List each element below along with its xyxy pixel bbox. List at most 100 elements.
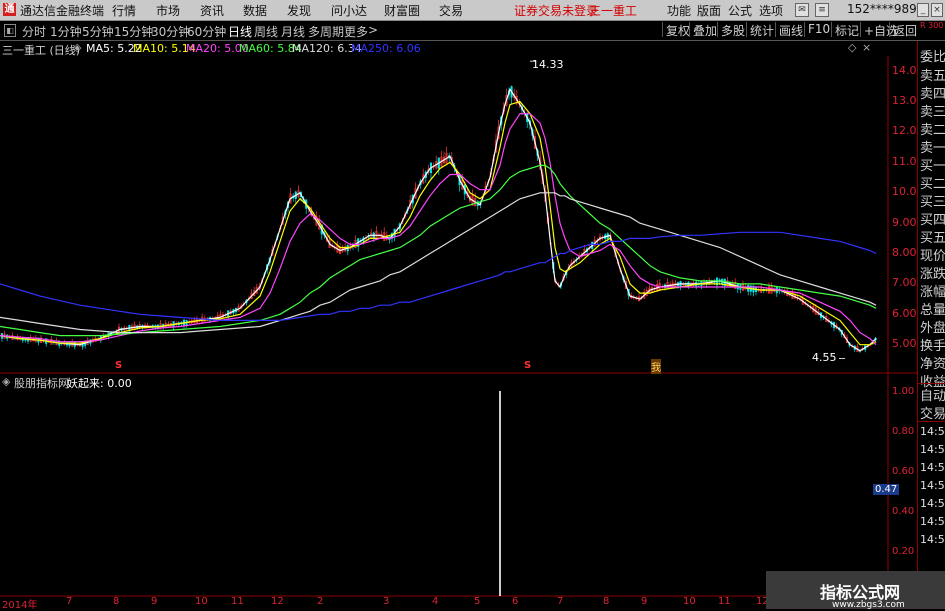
menu-hangqing[interactable]: 行情: [112, 2, 136, 19]
panel-badge: R 300: [920, 21, 944, 30]
x-tick: 10: [195, 596, 208, 607]
back-button[interactable]: 返回: [889, 22, 920, 38]
tab-more[interactable]: 更多: [344, 23, 368, 40]
diejia-button[interactable]: 叠加: [689, 22, 720, 38]
y-tick: 6.00: [892, 307, 917, 320]
title-bar: 通 通达信金融终端 行情 市场 资讯 数据 发现 问小达 财富圈 交易 证券交易…: [0, 0, 945, 21]
tab-5min[interactable]: 5分钟: [82, 23, 114, 40]
label-change-pct: 涨幅: [920, 285, 945, 300]
signal-marker[interactable]: S: [524, 360, 531, 371]
settings-icon[interactable]: ≡: [815, 3, 829, 17]
x-tick: 9: [151, 596, 158, 607]
label-sell1: 卖一: [920, 141, 945, 156]
tab-multi-period[interactable]: 多周期: [308, 23, 344, 40]
kline-chart[interactable]: [0, 41, 917, 609]
label-net-assets: 净资: [920, 357, 945, 372]
x-tick: 8: [113, 596, 120, 607]
message-icon[interactable]: ✉: [795, 3, 809, 17]
huaxian-button[interactable]: 画线: [775, 22, 806, 38]
label-sell4: 卖四: [920, 87, 945, 102]
x-tick: 7: [557, 596, 564, 607]
x-tick: 8: [603, 596, 610, 607]
menu-wenxiaoda[interactable]: 问小达: [331, 2, 367, 19]
menu-shuju[interactable]: 数据: [243, 2, 267, 19]
time-stamp: 14:56: [920, 461, 945, 474]
ma-line-ma10: [0, 100, 877, 346]
stock-name-title: 三一重工: [589, 4, 638, 18]
time-stamp: 14:56: [920, 425, 945, 438]
chevron-right-icon[interactable]: >: [368, 23, 378, 37]
sub-y-tick: 0.60: [892, 466, 915, 477]
menu-jiaoyi[interactable]: 交易: [439, 2, 463, 19]
x-tick: 3: [383, 596, 390, 607]
trade-label[interactable]: 交易: [920, 403, 945, 422]
y-tick: 5.00: [892, 337, 917, 350]
ma-line-ma20: [0, 113, 877, 346]
x-tick: 12: [271, 596, 284, 607]
y-tick: 8.00: [892, 246, 917, 259]
biaoji-button[interactable]: 标记: [831, 22, 862, 38]
collapse-icon[interactable]: ◧: [4, 24, 16, 37]
label-price: 现价: [920, 249, 945, 264]
x-tick: 6: [512, 596, 519, 607]
auto-trade-label[interactable]: 自动: [920, 385, 945, 404]
label-buy1: 买一: [920, 159, 945, 174]
x-tick: 10: [683, 596, 696, 607]
time-stamp: 14:56: [920, 479, 945, 492]
time-stamp: 14:56: [920, 443, 945, 456]
close-icon[interactable]: ×: [931, 3, 943, 17]
ma-line-ma120: [0, 192, 877, 334]
duogu-button[interactable]: 多股: [717, 22, 748, 38]
menu-zixun[interactable]: 资讯: [200, 2, 224, 19]
menu-gongneng[interactable]: 功能: [667, 2, 691, 19]
tab-monthly[interactable]: 月线: [281, 23, 305, 40]
label-sell3: 卖三: [920, 105, 945, 120]
tab-1min[interactable]: 1分钟: [50, 23, 82, 40]
menu-xuanxiang[interactable]: 选项: [759, 2, 783, 19]
tab-60min[interactable]: 60分钟: [187, 23, 226, 40]
tab-30min[interactable]: 30分钟: [151, 23, 190, 40]
signal-marker[interactable]: 我: [651, 359, 661, 374]
tab-weekly[interactable]: 周线: [254, 23, 278, 40]
x-tick: 2: [317, 596, 324, 607]
menu-faxian[interactable]: 发现: [287, 2, 311, 19]
x-tick: 11: [718, 596, 731, 607]
menu-gongshi[interactable]: 公式: [728, 2, 752, 19]
label-outer: 外盘: [920, 321, 945, 336]
user-id[interactable]: 152****9892: [847, 2, 924, 16]
time-stamp: 14:56: [920, 533, 945, 546]
menu-caifuquan[interactable]: 财富圈: [384, 2, 420, 19]
label-sell5: 卖五: [920, 69, 945, 84]
signal-marker[interactable]: S: [115, 360, 122, 371]
menu-banmian[interactable]: 版面: [697, 2, 721, 19]
sub-y-tick: 0.20: [892, 546, 915, 557]
current-value-badge: 0.47: [873, 484, 900, 495]
ma-line-ma60: [0, 164, 877, 337]
minimize-icon[interactable]: _: [917, 3, 929, 17]
x-tick: 11: [231, 596, 244, 607]
app-logo-icon: 通: [3, 3, 16, 16]
high-price-label: 14.33: [532, 58, 564, 71]
sub-y-tick: 0.80: [892, 426, 915, 437]
sub-chart-title: 股朋指标网: [14, 377, 69, 390]
indicator-value-label: 妖起来: 0.00: [67, 377, 132, 390]
x-tick: 5: [474, 596, 481, 607]
y-tick: 9.00: [892, 216, 917, 229]
label-sell2: 卖二: [920, 123, 945, 138]
tongji-button[interactable]: 统计: [746, 22, 777, 38]
quote-panel: R 300 委比 卖五 卖四 卖三 卖二 卖一 买一 买二 买三 买四 买五 现…: [917, 21, 945, 609]
f10-button[interactable]: F10: [804, 22, 833, 37]
label-buy5: 买五: [920, 231, 945, 246]
app-title: 通达信金融终端: [20, 4, 105, 18]
tab-daily[interactable]: 日线: [228, 23, 252, 40]
label-weibi: 委比: [920, 50, 945, 65]
time-stamp: 14:56: [920, 497, 945, 510]
tab-15min[interactable]: 15分钟: [114, 23, 153, 40]
login-warning[interactable]: 证券交易未登录: [514, 2, 598, 19]
menu-shichang[interactable]: 市场: [156, 2, 180, 19]
tab-fenshi[interactable]: 分时: [22, 23, 46, 40]
low-price-label: 4.55: [812, 351, 837, 364]
label-buy2: 买二: [920, 177, 945, 192]
x-tick: 4: [432, 596, 439, 607]
sub-dropdown-icon[interactable]: ◈: [2, 375, 10, 388]
